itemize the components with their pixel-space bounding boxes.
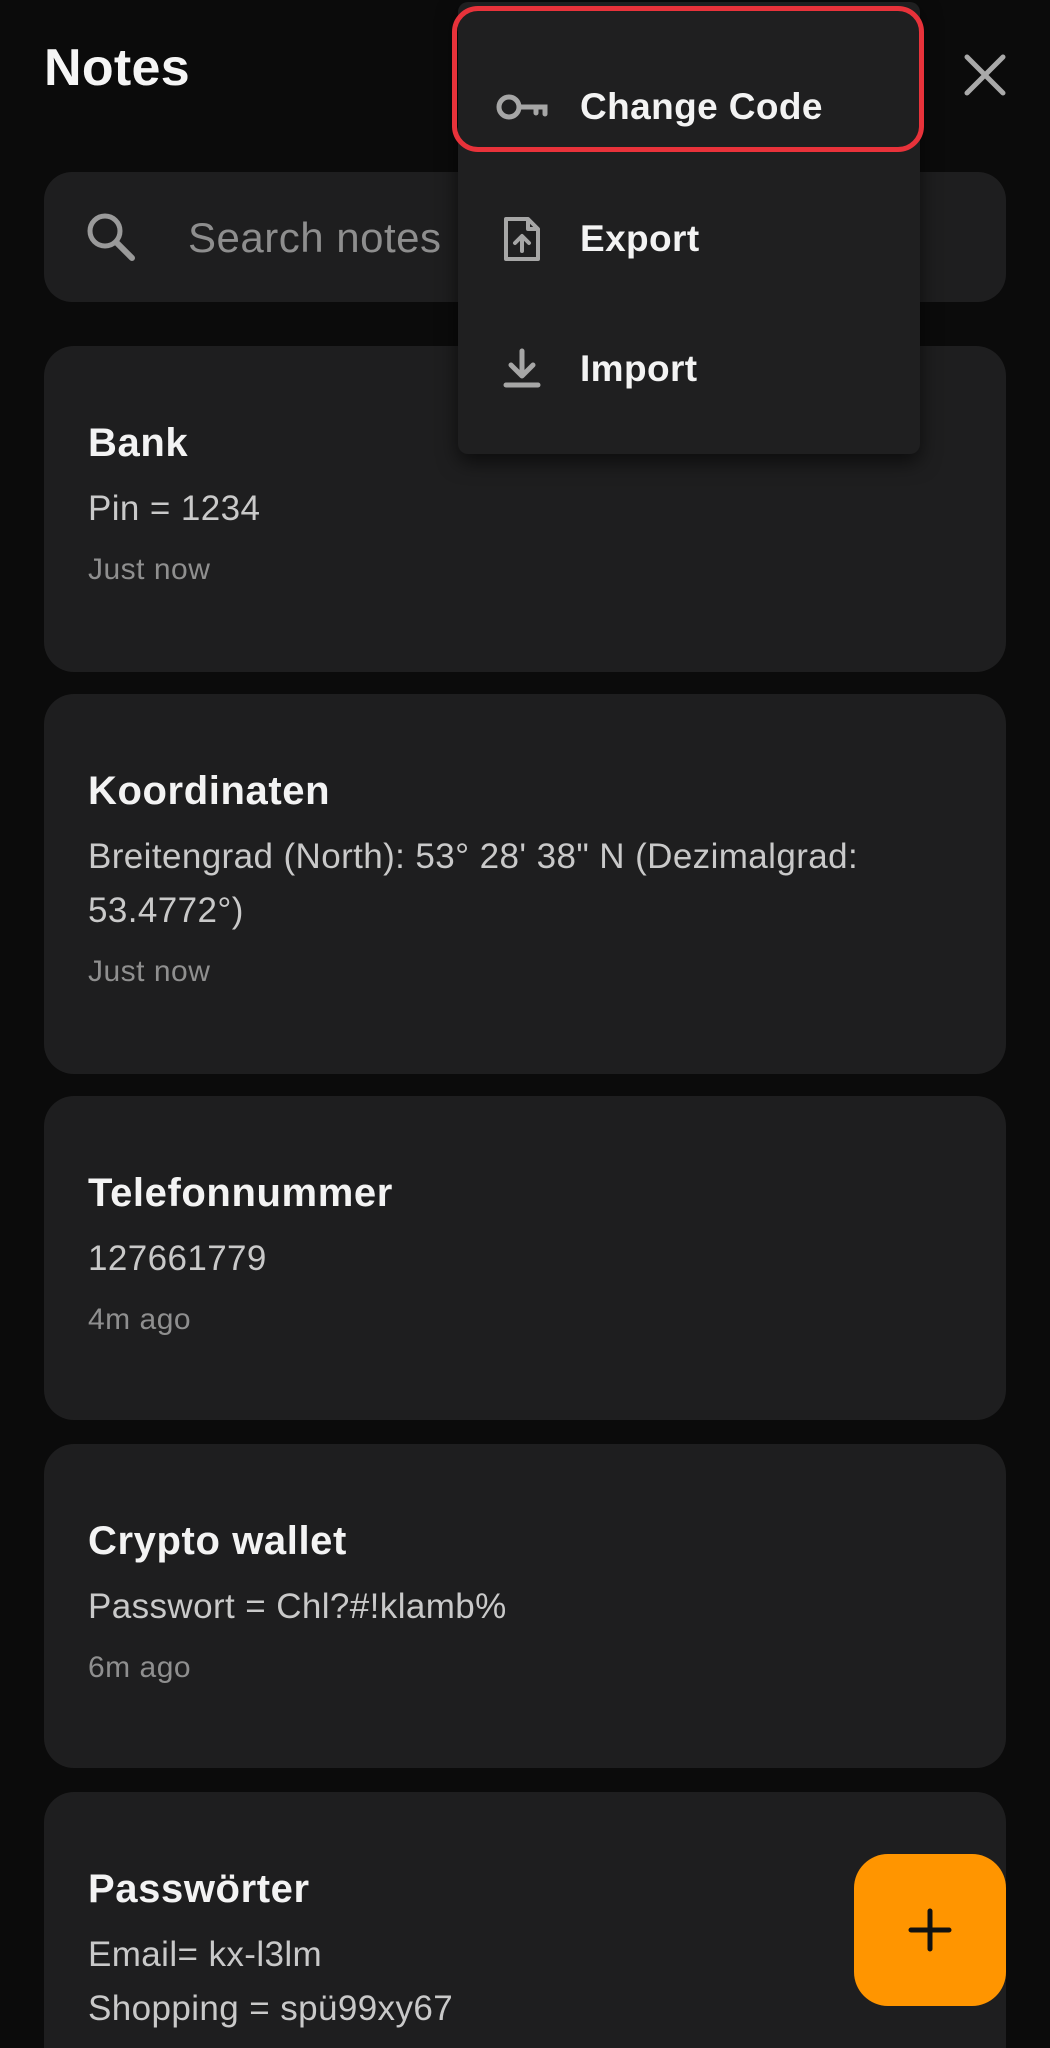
- menu-item-change-code[interactable]: Change Code: [458, 42, 920, 172]
- note-body: Passwort = Chl?#!klamb%: [88, 1587, 507, 1626]
- page-title: Notes: [44, 39, 190, 97]
- note-title: Crypto wallet: [88, 1519, 347, 1563]
- note-body: Pin = 1234: [88, 489, 261, 528]
- search-icon: [87, 213, 135, 261]
- file-export-icon: [494, 211, 550, 267]
- close-button[interactable]: [950, 40, 1020, 110]
- note-title: Passwörter: [88, 1867, 310, 1911]
- note-body: 127661779: [88, 1239, 267, 1278]
- menu-item-label: Change Code: [580, 86, 823, 127]
- overflow-menu: Change Code Export Import: [458, 2, 920, 454]
- menu-item-export[interactable]: Export: [458, 174, 920, 304]
- menu-item-label: Export: [580, 218, 700, 259]
- note-card-crypto-wallet[interactable]: Crypto wallet Passwort = Chl?#!klamb% 6m…: [44, 1444, 1006, 1768]
- download-icon: [494, 341, 550, 397]
- add-note-button[interactable]: [854, 1854, 1006, 2006]
- menu-item-label: Import: [580, 348, 698, 389]
- note-card-koordinaten[interactable]: Koordinaten Breitengrad (North): 53° 28'…: [44, 694, 1006, 1074]
- note-timestamp: Just now: [88, 955, 211, 988]
- note-title: Telefonnummer: [88, 1171, 393, 1215]
- note-timestamp: 4m ago: [88, 1303, 192, 1336]
- note-body: Breitengrad (North): 53° 28' 38" N (Dezi…: [88, 837, 859, 930]
- note-card-telefonnummer[interactable]: Telefonnummer 127661779 4m ago: [44, 1096, 1006, 1420]
- key-icon: [494, 79, 550, 135]
- close-icon: [964, 54, 1006, 96]
- menu-item-import[interactable]: Import: [458, 304, 920, 434]
- note-timestamp: 6m ago: [88, 1651, 192, 1684]
- plus-icon: [908, 1908, 952, 1952]
- note-timestamp: Just now: [88, 553, 211, 586]
- note-body: Email= kx-l3lm Shopping = spü99xy67: [88, 1935, 454, 2028]
- note-title: Koordinaten: [88, 769, 331, 813]
